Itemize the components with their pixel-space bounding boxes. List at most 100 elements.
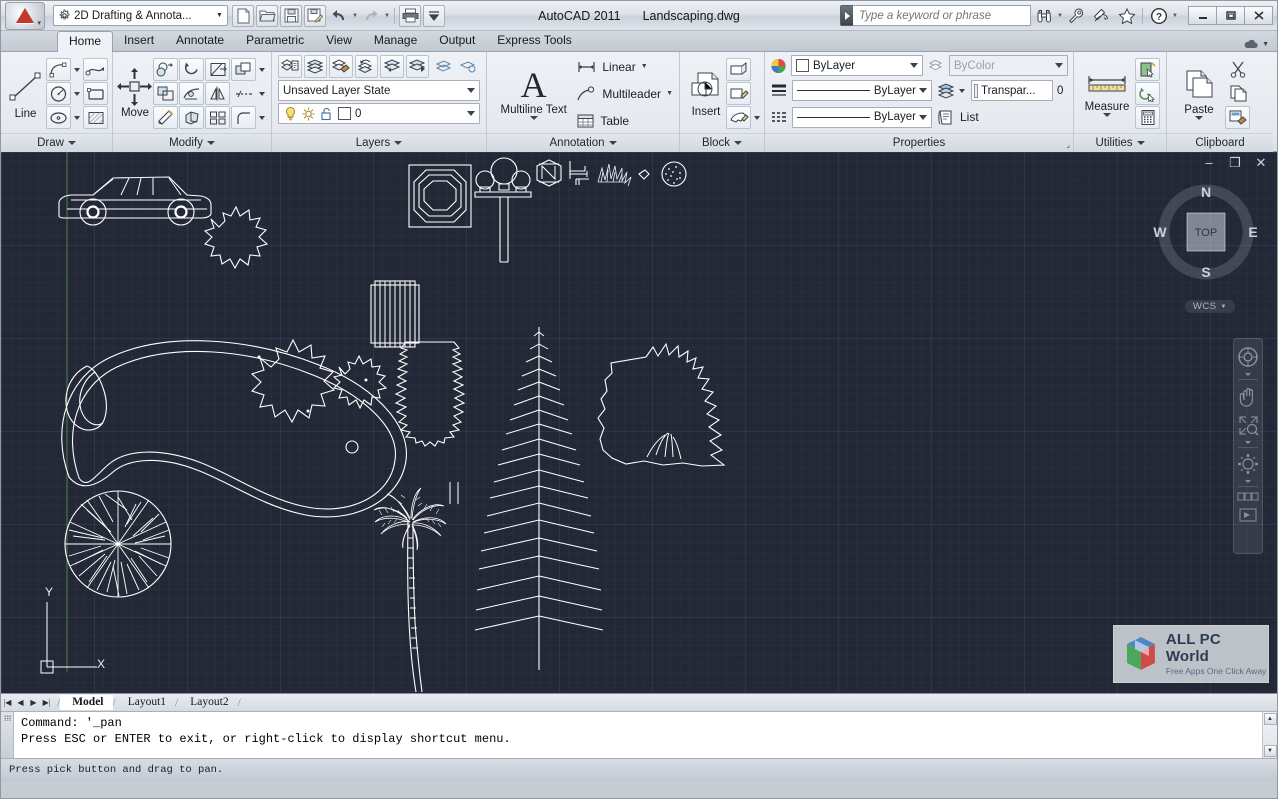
layer-state-combo[interactable]: Unsaved Layer State bbox=[278, 80, 480, 101]
arc-icon[interactable] bbox=[46, 58, 71, 81]
layer-paint-icon[interactable] bbox=[329, 55, 353, 78]
plot-button[interactable] bbox=[399, 4, 421, 27]
pan-hand-icon[interactable] bbox=[1235, 383, 1261, 409]
restore-button[interactable] bbox=[1216, 6, 1245, 25]
calculator-icon[interactable] bbox=[1135, 106, 1160, 129]
chevron-down-icon[interactable]: ▼ bbox=[666, 90, 673, 97]
ellipse-dropdown[interactable] bbox=[72, 106, 82, 129]
chevron-down-icon[interactable] bbox=[464, 111, 477, 116]
chevron-down-icon[interactable]: ▼ bbox=[214, 12, 225, 19]
panel-layers-title[interactable]: Layers bbox=[272, 133, 486, 152]
hatch-icon[interactable] bbox=[83, 106, 108, 129]
chevron-down-icon[interactable] bbox=[916, 114, 929, 120]
drawing-canvas[interactable]: – ❐ ✕ Y X TOP N S E W WCS ▼ ALL PC World… bbox=[1, 152, 1277, 694]
orbit-dropdown[interactable] bbox=[1245, 480, 1251, 483]
layout-tab-layout2[interactable]: Layout2 bbox=[178, 695, 237, 710]
lineweight-combo[interactable]: ByLayer bbox=[792, 80, 932, 101]
close-button[interactable] bbox=[1244, 6, 1273, 25]
quick-calc-measure-icon[interactable] bbox=[1135, 82, 1160, 105]
undo-dropdown[interactable]: ▼ bbox=[351, 13, 359, 19]
help-icon[interactable]: ? bbox=[1146, 4, 1171, 28]
trim-icon[interactable] bbox=[205, 58, 230, 81]
layer-properties-icon[interactable] bbox=[278, 55, 302, 78]
layer-color-swatch[interactable] bbox=[338, 107, 351, 120]
panel-utilities-title[interactable]: Utilities bbox=[1074, 133, 1166, 152]
mirror-icon[interactable] bbox=[205, 82, 230, 105]
array-icon[interactable] bbox=[231, 58, 256, 81]
open-file-button[interactable] bbox=[256, 4, 278, 27]
panel-modify-title[interactable]: Modify bbox=[113, 133, 271, 152]
chevron-down-icon[interactable] bbox=[916, 88, 929, 93]
layer-transparency-icon[interactable] bbox=[936, 82, 956, 99]
chevron-down-icon[interactable] bbox=[1103, 113, 1111, 117]
ellipse-icon[interactable] bbox=[46, 106, 71, 129]
chevron-down-icon[interactable] bbox=[464, 88, 477, 93]
save-as-button[interactable] bbox=[304, 4, 326, 27]
showmotion-thumbs-icon[interactable] bbox=[1235, 490, 1261, 504]
circle-icon[interactable] bbox=[46, 82, 71, 105]
layer-name-combo[interactable]: 0 bbox=[278, 103, 480, 124]
exchange-apps-icon[interactable] bbox=[1089, 4, 1114, 28]
explode-icon[interactable] bbox=[179, 106, 204, 129]
copy-clip-icon[interactable] bbox=[1225, 82, 1250, 105]
array-dropdown[interactable] bbox=[257, 58, 267, 81]
minimize-button[interactable] bbox=[1188, 6, 1217, 25]
layer-walk-icon[interactable] bbox=[405, 55, 429, 78]
quick-select-icon[interactable] bbox=[1135, 58, 1160, 81]
panel-annotation-title[interactable]: Annotation bbox=[487, 133, 679, 152]
command-line-grip[interactable] bbox=[1, 712, 14, 758]
favorites-icon[interactable] bbox=[1114, 4, 1139, 28]
insert-block-button[interactable]: Insert bbox=[686, 57, 726, 131]
panel-properties-title[interactable]: Properties bbox=[765, 133, 1073, 152]
multiline-text-button[interactable]: A Multiline Text bbox=[497, 57, 570, 131]
chevron-down-icon[interactable]: ▼ bbox=[641, 63, 648, 70]
layout-tab-layout1[interactable]: Layout1 bbox=[116, 695, 175, 710]
tab-output[interactable]: Output bbox=[428, 31, 486, 51]
command-line[interactable]: Command: '_pan Press ESC or ENTER to exi… bbox=[1, 712, 1277, 759]
sign-in-icon[interactable] bbox=[1064, 4, 1089, 28]
infocenter-dropdown[interactable]: ▼ bbox=[1056, 13, 1064, 19]
plot-style-combo[interactable]: ByColor bbox=[949, 55, 1069, 76]
rectangle-icon[interactable] bbox=[83, 82, 108, 105]
tab-parametric[interactable]: Parametric bbox=[235, 31, 315, 51]
search-input[interactable] bbox=[853, 5, 1031, 26]
circle-dropdown[interactable] bbox=[72, 82, 82, 105]
previous-layout-button[interactable]: ◀ bbox=[14, 696, 27, 710]
ucs-selector[interactable]: WCS ▼ bbox=[1184, 300, 1235, 313]
layout-tab-model[interactable]: Model bbox=[60, 695, 113, 710]
lightbulb-icon[interactable] bbox=[283, 106, 298, 122]
panel-block-title[interactable]: Block bbox=[680, 133, 764, 152]
multileader-button[interactable]: Multileader ▼ bbox=[576, 82, 675, 106]
next-layout-button[interactable]: ▶ bbox=[27, 696, 40, 710]
undo-button[interactable] bbox=[328, 5, 350, 27]
object-color-combo[interactable]: ByLayer bbox=[790, 55, 924, 76]
tab-express-tools[interactable]: Express Tools bbox=[486, 31, 582, 51]
new-file-button[interactable] bbox=[232, 4, 254, 27]
line-button[interactable]: Line bbox=[5, 57, 46, 131]
fillet-icon[interactable] bbox=[231, 106, 256, 129]
edit-attribute-icon[interactable] bbox=[726, 106, 751, 129]
search-box[interactable] bbox=[840, 5, 1031, 26]
transparency-combo[interactable]: Transpar... bbox=[971, 80, 1053, 101]
drawing-close-button[interactable]: ✕ bbox=[1253, 155, 1269, 171]
table-button[interactable]: Table bbox=[576, 109, 675, 133]
attribute-dropdown[interactable] bbox=[752, 106, 762, 129]
chevron-down-icon[interactable] bbox=[529, 116, 538, 120]
scroll-down-button[interactable]: ▼ bbox=[1263, 745, 1277, 757]
layer-make-current-icon[interactable] bbox=[380, 55, 404, 78]
workspace-switcher[interactable]: 2D Drafting & Annota... ▼ bbox=[53, 5, 228, 26]
qat-customize-button[interactable] bbox=[423, 4, 445, 27]
unlock-icon[interactable] bbox=[319, 106, 334, 122]
zoom-extents-icon[interactable] bbox=[1235, 412, 1261, 438]
sun-icon[interactable] bbox=[301, 106, 316, 122]
stretch-icon[interactable] bbox=[231, 82, 256, 105]
layer-match-icon[interactable] bbox=[303, 55, 327, 78]
panel-draw-title[interactable]: Draw bbox=[1, 133, 112, 152]
list-button[interactable]: List bbox=[936, 105, 981, 129]
create-block-icon[interactable] bbox=[726, 58, 751, 81]
drawing-restore-button[interactable]: ❐ bbox=[1227, 155, 1243, 171]
fillet-dropdown[interactable] bbox=[257, 106, 267, 129]
linetype-combo[interactable]: ByLayer bbox=[792, 106, 932, 128]
polyline-icon[interactable] bbox=[83, 58, 108, 81]
erase-icon[interactable] bbox=[153, 106, 178, 129]
